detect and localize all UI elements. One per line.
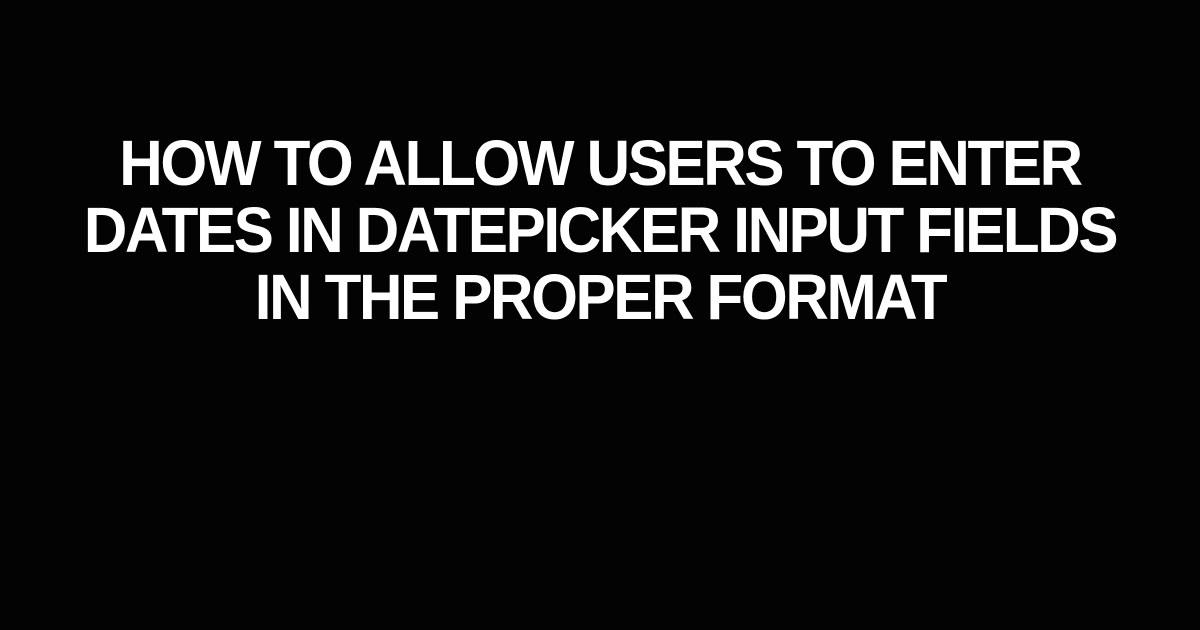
page-title: HOW TO ALLOW USERS TO ENTER DATES IN DAT… — [36, 130, 1164, 332]
